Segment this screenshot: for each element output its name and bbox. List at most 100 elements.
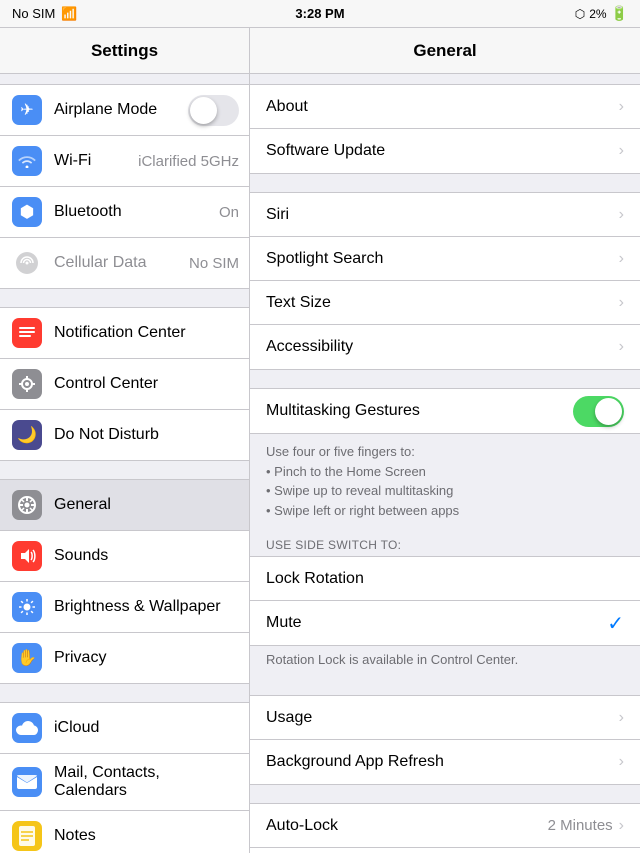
side-switch-item-mute[interactable]: Mute ✓ <box>250 601 640 645</box>
sounds-icon <box>12 541 42 571</box>
right-section-about: About › Software Update › <box>250 84 640 174</box>
right-item-multitasking-gestures[interactable]: Multitasking Gestures <box>250 389 640 433</box>
wifi-signal-icon: 📶 <box>61 6 77 22</box>
right-item-text-size[interactable]: Text Size › <box>250 281 640 325</box>
side-switch-header: USE SIDE SWITCH TO: <box>250 528 640 556</box>
do-not-disturb-label: Do Not Disturb <box>54 426 159 444</box>
bluetooth-icon: ⬡ <box>575 7 585 21</box>
spotlight-chevron: › <box>619 250 624 268</box>
right-item-about[interactable]: About › <box>250 85 640 129</box>
battery-icon: 🔋 <box>611 5 628 22</box>
wifi-icon <box>12 146 42 176</box>
background-refresh-chevron: › <box>619 753 624 771</box>
sidebar-item-bluetooth[interactable]: ⬢ Bluetooth On <box>0 187 249 238</box>
lock-rotation-label: Lock Rotation <box>266 570 624 588</box>
sidebar-item-privacy[interactable]: ✋ Privacy <box>0 633 249 683</box>
sidebar-item-airplane-mode[interactable]: ✈ Airplane Mode <box>0 85 249 136</box>
carrier-label: No SIM <box>12 6 55 21</box>
sidebar-item-control-center[interactable]: Control Center <box>0 359 249 410</box>
right-item-background-refresh[interactable]: Background App Refresh › <box>250 740 640 784</box>
brightness-icon <box>12 592 42 622</box>
multitasking-desc-text: Use four or five fingers to:• Pinch to t… <box>266 444 459 518</box>
sidebar-item-notes[interactable]: Notes <box>0 811 249 853</box>
cellular-value: No SIM <box>189 255 239 272</box>
control-center-icon <box>12 369 42 399</box>
sidebar-item-mail[interactable]: Mail, Contacts, Calendars <box>0 754 249 811</box>
right-item-siri[interactable]: Siri › <box>250 193 640 237</box>
bluetooth-label: Bluetooth <box>54 203 122 221</box>
wifi-value: iClarified 5GHz <box>138 153 239 170</box>
general-header: General <box>250 28 640 73</box>
side-switch-item-lock-rotation[interactable]: Lock Rotation <box>250 557 640 601</box>
icloud-label: iCloud <box>54 719 99 737</box>
wifi-label: Wi-Fi <box>54 152 91 170</box>
sidebar-item-do-not-disturb[interactable]: 🌙 Do Not Disturb <box>0 410 249 460</box>
sidebar: ✈ Airplane Mode Wi-Fi iClarifi <box>0 74 250 853</box>
multitasking-toggle-knob <box>595 398 622 425</box>
right-item-passcode-lock[interactable]: Passcode Lock Off › <box>250 848 640 853</box>
multitasking-toggle[interactable] <box>573 396 624 427</box>
airplane-toggle-switch[interactable] <box>188 95 239 126</box>
notification-center-icon <box>12 318 42 348</box>
status-left: No SIM 📶 <box>12 6 78 22</box>
sidebar-item-icloud[interactable]: iCloud <box>0 703 249 754</box>
sidebar-group-system: General Sounds <box>0 479 249 684</box>
right-section-usage: Usage › Background App Refresh › <box>250 695 640 785</box>
mute-label: Mute <box>266 614 607 632</box>
status-time: 3:28 PM <box>295 6 344 21</box>
right-group-multitasking: Multitasking Gestures <box>250 388 640 434</box>
bluetooth-icon: ⬢ <box>12 197 42 227</box>
siri-chevron: › <box>619 206 624 224</box>
notes-icon <box>12 821 42 851</box>
airplane-mode-icon: ✈ <box>12 95 42 125</box>
brightness-label: Brightness & Wallpaper <box>54 598 221 616</box>
column-headers: Settings General <box>0 28 640 74</box>
about-label: About <box>266 98 619 116</box>
sidebar-item-cellular: Cellular Data No SIM <box>0 238 249 288</box>
airplane-toggle-knob <box>190 97 217 124</box>
mail-icon <box>12 767 42 797</box>
sidebar-item-sounds[interactable]: Sounds <box>0 531 249 582</box>
sidebar-item-general[interactable]: General <box>0 480 249 531</box>
right-item-spotlight[interactable]: Spotlight Search › <box>250 237 640 281</box>
cellular-label: Cellular Data <box>54 254 146 272</box>
text-size-label: Text Size <box>266 294 619 312</box>
text-size-chevron: › <box>619 294 624 312</box>
bluetooth-value: On <box>219 204 239 221</box>
control-center-label: Control Center <box>54 375 158 393</box>
auto-lock-value: 2 Minutes <box>548 817 613 834</box>
right-item-accessibility[interactable]: Accessibility › <box>250 325 640 369</box>
general-label: General <box>54 496 111 514</box>
software-update-chevron: › <box>619 142 624 160</box>
right-item-software-update[interactable]: Software Update › <box>250 129 640 173</box>
main-content: ✈ Airplane Mode Wi-Fi iClarifi <box>0 74 640 853</box>
sidebar-group-apps: iCloud Mail, Contacts, Calendars <box>0 702 249 853</box>
battery-percent: 2% <box>589 7 606 21</box>
cellular-icon <box>12 248 42 278</box>
right-group-lock: Auto-Lock 2 Minutes › Passcode Lock Off … <box>250 803 640 853</box>
spotlight-label: Spotlight Search <box>266 250 619 268</box>
right-group-accessibility: Siri › Spotlight Search › Text Size › Ac… <box>250 192 640 370</box>
accessibility-label: Accessibility <box>266 338 619 356</box>
right-section-accessibility: Siri › Spotlight Search › Text Size › Ac… <box>250 192 640 370</box>
airplane-mode-toggle[interactable] <box>188 95 239 126</box>
right-group-about: About › Software Update › <box>250 84 640 174</box>
right-section-lock: Auto-Lock 2 Minutes › Passcode Lock Off … <box>250 803 640 853</box>
right-item-auto-lock[interactable]: Auto-Lock 2 Minutes › <box>250 804 640 848</box>
multitasking-gestures-label: Multitasking Gestures <box>266 402 573 420</box>
auto-lock-label: Auto-Lock <box>266 817 548 835</box>
sounds-label: Sounds <box>54 547 108 565</box>
notification-center-label: Notification Center <box>54 324 186 342</box>
sidebar-item-wifi[interactable]: Wi-Fi iClarified 5GHz <box>0 136 249 187</box>
sidebar-item-notification-center[interactable]: Notification Center <box>0 308 249 359</box>
icloud-icon <box>12 713 42 743</box>
status-right: ⬡ 2% 🔋 <box>575 5 628 22</box>
privacy-label: Privacy <box>54 649 106 667</box>
airplane-mode-label: Airplane Mode <box>54 101 157 119</box>
sidebar-group-connectivity: ✈ Airplane Mode Wi-Fi iClarifi <box>0 84 249 289</box>
mail-label: Mail, Contacts, Calendars <box>54 764 237 800</box>
do-not-disturb-icon: 🌙 <box>12 420 42 450</box>
sidebar-item-brightness[interactable]: Brightness & Wallpaper <box>0 582 249 633</box>
siri-label: Siri <box>266 206 619 224</box>
right-item-usage[interactable]: Usage › <box>250 696 640 740</box>
